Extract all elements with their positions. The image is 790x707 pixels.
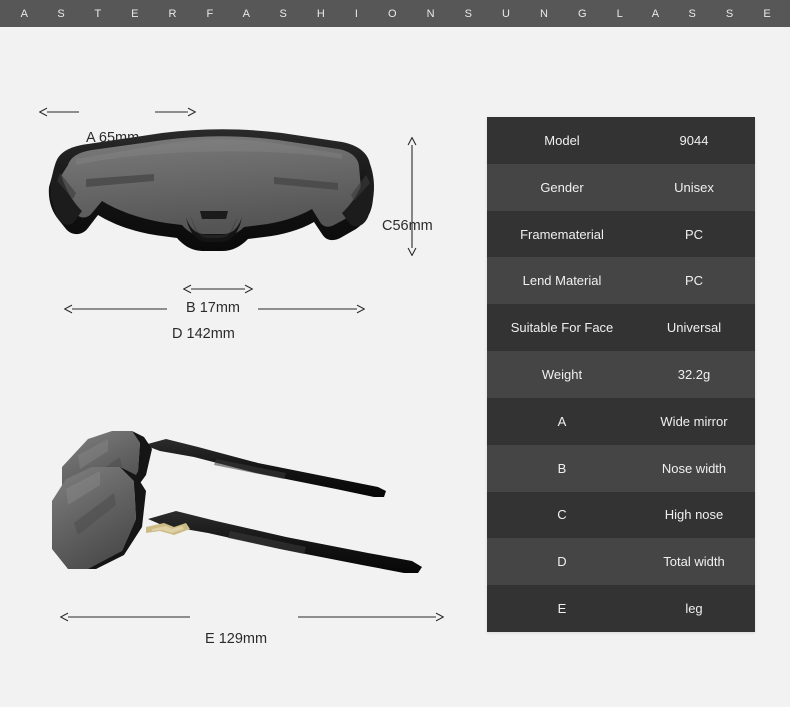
table-row: E leg: [487, 585, 755, 632]
table-row: Weight 32.2g: [487, 351, 755, 398]
spec-value: Universal: [666, 320, 722, 336]
spec-key: E: [557, 601, 567, 617]
specification-table: Model 9044 Gender Unisex Framematerial P…: [487, 117, 755, 632]
spec-value: Wide mirror: [660, 413, 728, 429]
brand-logo-emblem: [146, 523, 190, 535]
spec-value: leg: [685, 601, 703, 617]
table-row: Lend Material PC: [487, 257, 755, 305]
table-row: D Total width: [487, 538, 755, 586]
spec-value: PC: [684, 273, 704, 289]
spec-value: PC: [684, 226, 704, 242]
sunglasses-angled-view-image: [48, 427, 448, 592]
table-row: B Nose width: [487, 444, 755, 492]
spec-value: High nose: [664, 507, 724, 523]
spec-key: Lend Material: [522, 273, 602, 289]
brand-title: M A S T E R F A S H I O N S U N G L A S …: [0, 7, 790, 20]
spec-key: Weight: [541, 366, 583, 382]
spec-value: Total width: [663, 554, 725, 570]
dimension-label-d: D 142mm: [172, 326, 235, 342]
spec-key: C: [557, 507, 567, 523]
brand-header-bar: M A S T E R F A S H I O N S U N G L A S …: [0, 0, 790, 27]
spec-value: 32.2g: [677, 366, 711, 382]
sunglasses-front-view-image: [42, 129, 382, 269]
spec-key: D: [557, 554, 567, 570]
spec-key: Model: [544, 132, 580, 148]
table-row: Framematerial PC: [487, 210, 755, 258]
dimension-label-a: A 65mm: [86, 130, 140, 146]
table-row: Model 9044: [487, 117, 755, 164]
dimension-label-e: E 129mm: [205, 631, 268, 647]
table-row: C High nose: [487, 491, 755, 539]
spec-key: Suitable For Face: [510, 320, 614, 336]
spec-key: B: [557, 460, 567, 476]
table-row: Suitable For Face Universal: [487, 304, 755, 352]
spec-key: Gender: [540, 179, 584, 195]
table-row: Gender Unisex: [487, 163, 755, 211]
product-spec-page: M A S T E R F A S H I O N S U N G L A S …: [0, 0, 790, 707]
spec-value: Nose width: [661, 460, 727, 476]
spec-key: A: [557, 413, 567, 429]
spec-value: Unisex: [674, 179, 714, 195]
dimension-label-b: B 17mm: [186, 300, 240, 316]
spec-key: Framematerial: [520, 226, 604, 242]
product-image-area: A 65mm B 17mm C56mm D 142mm E 129mm: [0, 27, 470, 707]
table-row: A Wide mirror: [487, 397, 755, 445]
spec-value: 9044: [679, 132, 709, 148]
dimension-label-c: C56mm: [382, 218, 433, 234]
